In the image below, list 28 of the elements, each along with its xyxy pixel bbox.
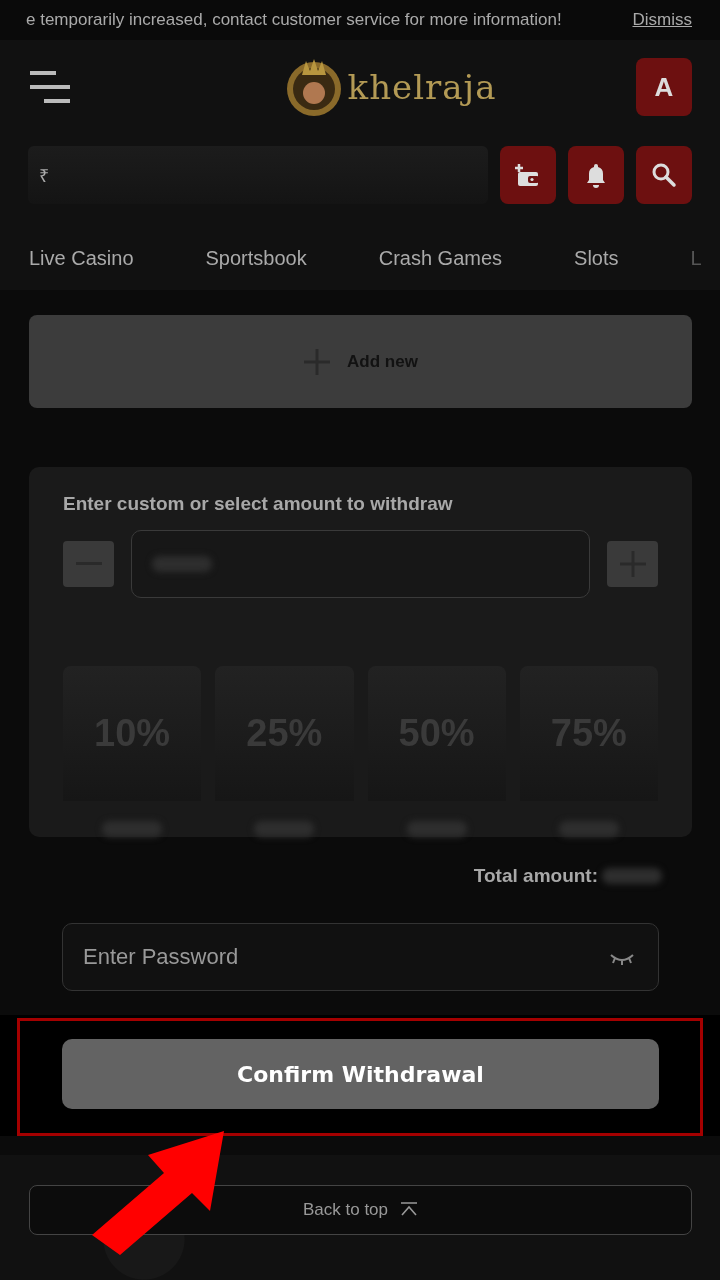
menu-icon[interactable] [30,71,72,103]
wallet-button[interactable] [500,146,556,204]
amount-field[interactable] [131,530,590,598]
balance-field: ₹ [28,146,488,204]
nav-link[interactable]: Live Casino [29,246,134,270]
logo-text: khelraja [347,67,497,107]
chevron-up-icon [400,1202,419,1218]
redacted-amount [602,868,662,884]
avatar-button[interactable]: A [636,58,692,116]
back-to-top-button[interactable]: Back to top [29,1185,692,1235]
password-field[interactable]: Enter Password [62,923,659,991]
search-icon [651,162,677,188]
nav-link[interactable]: Crash Games [378,246,503,270]
section-title: Enter custom or select amount to withdraw [63,493,454,515]
notifications-button[interactable] [568,146,624,204]
confirm-withdrawal-button[interactable]: Confirm Withdrawal [62,1039,659,1109]
nav-link[interactable]: Slots [574,246,619,270]
announcement-text: e temporarily increased, contact customer service for more information! [26,10,562,30]
nav-link[interactable]: Sportsbook [205,246,307,270]
dismiss-link[interactable]: Dismiss [632,10,692,30]
redacted-amount [558,821,619,837]
total-label: Total amount: [473,865,598,887]
closed-eye-icon[interactable] [609,953,635,965]
search-button[interactable] [636,146,692,204]
redacted-amount [102,821,163,837]
redacted-amount [254,821,315,837]
redacted-amount [406,821,467,837]
bell-icon [584,162,608,188]
